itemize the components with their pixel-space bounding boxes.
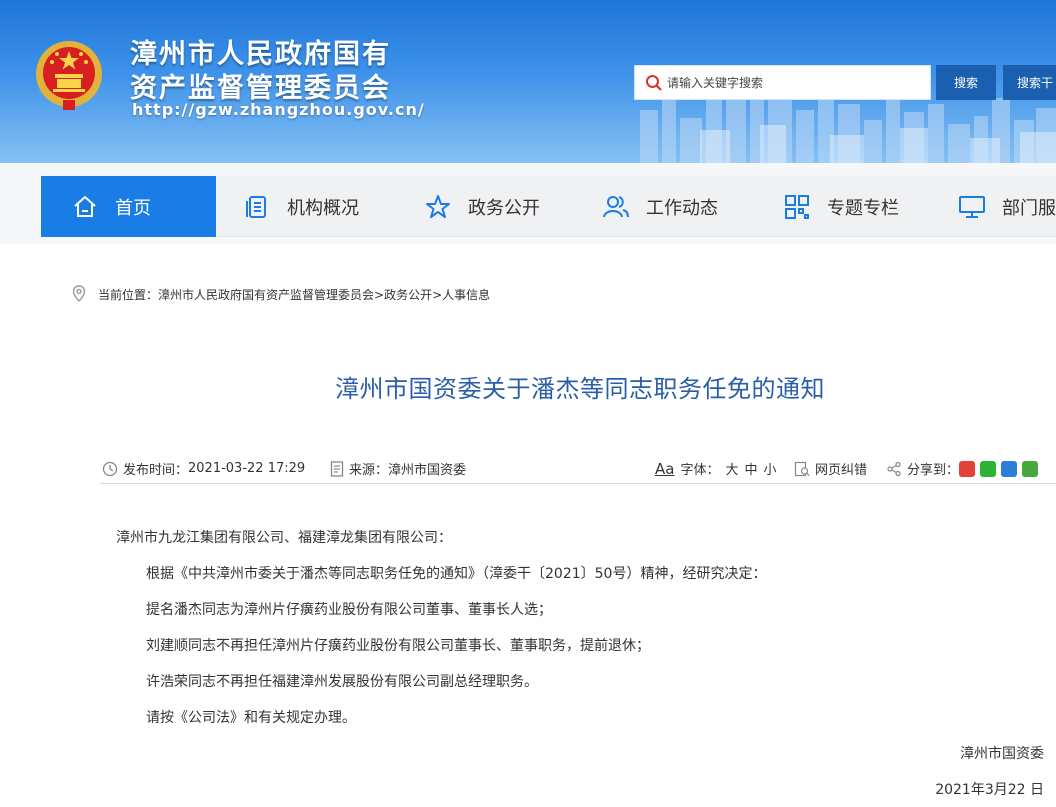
article-title: 漳州市国资委关于潘杰等同志职务任免的通知	[335, 375, 825, 403]
article-paragraph: 刘建顺同志不再担任漳州片仔癀药业股份有限公司董事长、董事职务，提前退休；	[146, 638, 650, 654]
document-icon	[330, 460, 344, 477]
article-date: 2021年3月22 日	[935, 782, 1044, 798]
nav-item-work-news[interactable]: 工作动态	[602, 176, 718, 237]
nav-item-label: 政务公开	[468, 197, 540, 219]
monitor-icon	[959, 195, 985, 218]
document-list-icon	[246, 195, 266, 218]
search-button[interactable]: 搜索	[936, 65, 996, 100]
site-header: 漳州市人民政府国有 资产监督管理委员会 http://gzw.zhangzhou…	[0, 0, 1056, 163]
share-icon	[887, 461, 901, 476]
font-large-button[interactable]: 大	[725, 459, 738, 478]
national-emblem-logo	[36, 41, 102, 110]
font-size-control: Aa 字体： 大 中 小	[655, 459, 777, 479]
font-size-icon: Aa	[655, 459, 675, 478]
article-paragraph: 提名潘杰同志为漳州片仔癀药业股份有限公司董事、董事长人选；	[146, 602, 552, 618]
search-icon	[646, 75, 662, 91]
wechat-share-icon[interactable]	[980, 460, 997, 477]
nav-item-gov-affairs[interactable]: 政务公开	[424, 176, 540, 237]
article-source: 来源： 漳州市国资委	[330, 459, 466, 478]
article-meta-bar: 发布时间： 2021-03-22 17:29 来源： 漳州市国资委 Aa 字体：…	[100, 452, 1056, 484]
site-url: http://gzw.zhangzhou.gov.cn/	[132, 100, 425, 119]
star-icon	[426, 194, 450, 218]
home-icon	[74, 195, 96, 217]
qq-share-icon[interactable]	[1001, 460, 1018, 477]
people-icon	[603, 195, 629, 217]
publish-time: 发布时间： 2021-03-22 17:29	[102, 459, 305, 478]
nav-item-label: 首页	[115, 197, 151, 219]
article-signature: 漳州市国资委	[960, 746, 1044, 762]
article-paragraph: 根据《中共漳州市委关于潘杰等同志职务任免的通知》（漳委干〔2021〕50号）精神…	[146, 566, 767, 582]
article-title-wrap: 漳州市国资委关于潘杰等同志职务任免的通知	[0, 369, 1056, 404]
grid-icon	[785, 194, 809, 219]
location-pin-icon	[72, 285, 86, 302]
font-small-button[interactable]: 小	[764, 459, 777, 478]
error-report-link[interactable]: 网页纠错	[794, 459, 867, 478]
breadcrumb-path[interactable]: 漳州市人民政府国有资产监督管理委员会>政务公开>人事信息	[158, 286, 490, 303]
article-paragraph: 请按《公司法》和有关规定办理。	[146, 710, 356, 726]
breadcrumb-prefix: 当前位置：	[98, 287, 159, 302]
search-input[interactable]	[667, 66, 927, 99]
nav-item-label: 专题专栏	[827, 197, 899, 219]
search-within-button[interactable]: 搜索干	[1003, 65, 1056, 100]
clock-icon	[102, 461, 118, 476]
weibo-share-icon[interactable]	[959, 460, 976, 477]
nav-item-label: 工作动态	[646, 197, 718, 219]
nav-item-dept-services[interactable]: 部门服	[958, 176, 1056, 237]
article-paragraph: 许浩荣同志不再担任福建漳州发展股份有限公司副总经理职务。	[146, 674, 538, 690]
nav-item-label: 部门服	[1002, 197, 1056, 219]
nav-item-about[interactable]: 机构概况	[243, 176, 359, 237]
nav-item-home[interactable]: 首页	[41, 176, 216, 237]
article-paragraph: 漳州市九龙江集团有限公司、福建漳龙集团有限公司：	[116, 530, 452, 546]
share-bar: 分享到：	[886, 459, 1043, 478]
font-medium-button[interactable]: 中	[744, 459, 757, 478]
search-box	[634, 65, 931, 100]
nav-item-special-topics[interactable]: 专题专栏	[783, 176, 899, 237]
breadcrumb: 当前位置： 漳州市人民政府国有资产监督管理委员会>政务公开>人事信息	[72, 285, 490, 303]
error-report-icon	[794, 461, 810, 476]
nav-item-label: 机构概况	[287, 197, 359, 219]
douban-share-icon[interactable]	[1022, 460, 1039, 477]
